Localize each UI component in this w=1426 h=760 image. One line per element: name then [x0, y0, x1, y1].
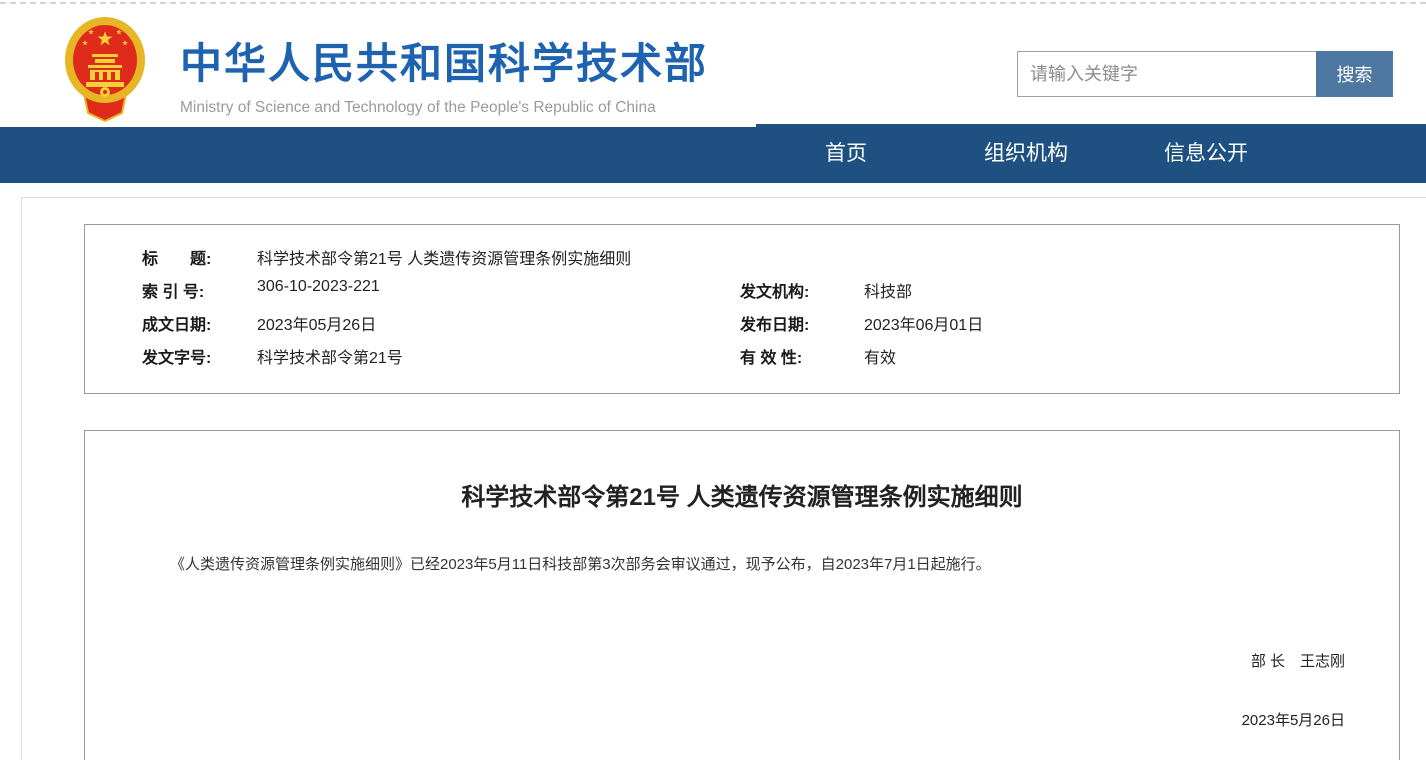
page: 中华人民共和国科学技术部 Ministry of Science and Tec… [0, 0, 1426, 760]
search-button[interactable]: 搜索 [1316, 51, 1393, 97]
meta-row-title: 标 题: 科学技术部令第21号 人类遗传资源管理条例实施细则 [85, 240, 1399, 273]
search-box: 搜索 [1017, 51, 1393, 97]
meta-value-title: 科学技术部令第21号 人类遗传资源管理条例实施细则 [257, 245, 631, 269]
meta-value-written-date: 2023年05月26日 [257, 311, 376, 335]
site-title-chinese: 中华人民共和国科学技术部 [180, 30, 708, 91]
meta-value-publish-date: 2023年06月01日 [864, 311, 983, 335]
document-paragraph: 《人类遗传资源管理条例实施细则》已经2023年5月11日科技部第3次部务会审议通… [170, 554, 1314, 576]
meta-row-3: 发文字号: 科学技术部令第21号 有 效 性: 有效 [85, 339, 1399, 372]
document-title: 科学技术部令第21号 人类遗传资源管理条例实施细则 [85, 477, 1399, 512]
meta-row-2: 成文日期: 2023年05月26日 发布日期: 2023年06月01日 [85, 306, 1399, 339]
meta-cell-written-date: 成文日期: 2023年05月26日 [85, 311, 740, 335]
nav-item-info-disclosure[interactable]: 信息公开 [1116, 124, 1296, 183]
nav-item-home[interactable]: 首页 [756, 124, 936, 183]
meta-value-issuing-agency: 科技部 [864, 278, 912, 302]
header-logo-link[interactable]: 中华人民共和国科学技术部 Ministry of Science and Tec… [64, 12, 714, 122]
meta-label-title: 标 题: [142, 245, 257, 269]
meta-label-written-date: 成文日期: [142, 311, 257, 335]
national-emblem-icon [64, 16, 146, 122]
document-signer: 部 长 王志刚 [85, 650, 1399, 671]
meta-cell-validity: 有 效 性: 有效 [740, 344, 1395, 368]
meta-cell-title: 标 题: 科学技术部令第21号 人类遗传资源管理条例实施细则 [85, 245, 1399, 269]
meta-cell-document-number: 发文字号: 科学技术部令第21号 [85, 344, 740, 368]
meta-label-index-number: 索 引 号: [142, 278, 257, 302]
meta-value-index-number: 306-10-2023-221 [257, 278, 380, 302]
document-date: 2023年5月26日 [85, 709, 1399, 730]
meta-cell-publish-date: 发布日期: 2023年06月01日 [740, 311, 1395, 335]
content-panel: 标 题: 科学技术部令第21号 人类遗传资源管理条例实施细则 索 引 号: 30… [21, 197, 1426, 760]
nav-menu: 首页 组织机构 信息公开 [756, 124, 1296, 183]
meta-value-validity: 有效 [864, 344, 896, 368]
meta-label-issuing-agency: 发文机构: [740, 278, 864, 302]
document-body-box: 科学技术部令第21号 人类遗传资源管理条例实施细则 《人类遗传资源管理条例实施细… [84, 430, 1400, 760]
meta-cell-issuing-agency: 发文机构: 科技部 [740, 278, 1395, 302]
site-header: 中华人民共和国科学技术部 Ministry of Science and Tec… [0, 4, 1426, 124]
meta-cell-index-number: 索 引 号: 306-10-2023-221 [85, 278, 740, 302]
site-title-block: 中华人民共和国科学技术部 Ministry of Science and Tec… [180, 30, 708, 117]
meta-row-1: 索 引 号: 306-10-2023-221 发文机构: 科技部 [85, 273, 1399, 306]
meta-label-validity: 有 效 性: [740, 344, 864, 368]
main-nav: 首页 组织机构 信息公开 [0, 124, 1426, 183]
meta-value-document-number: 科学技术部令第21号 [257, 344, 403, 368]
nav-white-notch [0, 124, 756, 127]
site-title-english: Ministry of Science and Technology of th… [180, 99, 708, 117]
nav-item-organization[interactable]: 组织机构 [936, 124, 1116, 183]
meta-label-publish-date: 发布日期: [740, 311, 864, 335]
document-metadata-box: 标 题: 科学技术部令第21号 人类遗传资源管理条例实施细则 索 引 号: 30… [84, 224, 1400, 394]
search-input[interactable] [1017, 51, 1316, 97]
meta-label-document-number: 发文字号: [142, 344, 257, 368]
